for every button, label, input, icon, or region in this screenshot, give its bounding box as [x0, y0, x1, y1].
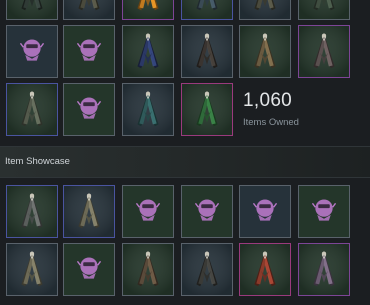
- showcase-item-slot[interactable]: [6, 185, 58, 238]
- showcase-item-slot[interactable]: [6, 243, 58, 296]
- showcase-item-slot[interactable]: [122, 243, 174, 296]
- collection-item-slot[interactable]: [6, 0, 58, 20]
- showcase-item-slot[interactable]: [181, 185, 233, 238]
- items-owned-count: 1,060: [243, 90, 293, 111]
- collection-item-slot[interactable]: [181, 0, 233, 20]
- items-owned-label: Items Owned: [243, 117, 299, 128]
- showcase-item-slot[interactable]: [298, 243, 350, 296]
- showcase-item-slot[interactable]: [63, 243, 115, 296]
- collection-item-slot[interactable]: [239, 0, 291, 20]
- showcase-item-slot[interactable]: [298, 185, 350, 238]
- collection-item-slot[interactable]: [6, 83, 58, 136]
- collection-item-slot[interactable]: [298, 0, 350, 20]
- collection-item-slot[interactable]: [122, 0, 174, 20]
- showcase-item-slot[interactable]: [181, 243, 233, 296]
- showcase-item-slot[interactable]: [122, 185, 174, 238]
- showcase-item-slot[interactable]: [239, 185, 291, 238]
- item-showcase-title: Item Showcase: [5, 156, 70, 167]
- collection-item-slot[interactable]: [63, 83, 115, 136]
- collection-item-slot[interactable]: [239, 25, 291, 78]
- showcase-item-slot[interactable]: [239, 243, 291, 296]
- collection-item-slot[interactable]: [181, 83, 233, 136]
- collection-item-slot[interactable]: [63, 0, 115, 20]
- collection-item-slot[interactable]: [63, 25, 115, 78]
- collection-item-slot[interactable]: [298, 25, 350, 78]
- showcase-item-slot[interactable]: [63, 185, 115, 238]
- collection-item-slot[interactable]: [122, 83, 174, 136]
- collection-item-slot[interactable]: [6, 25, 58, 78]
- collection-item-slot[interactable]: [122, 25, 174, 78]
- collection-item-slot[interactable]: [181, 25, 233, 78]
- cosmetics-collection-panel: 1,060 Items Owned Item Showcase: [0, 0, 370, 305]
